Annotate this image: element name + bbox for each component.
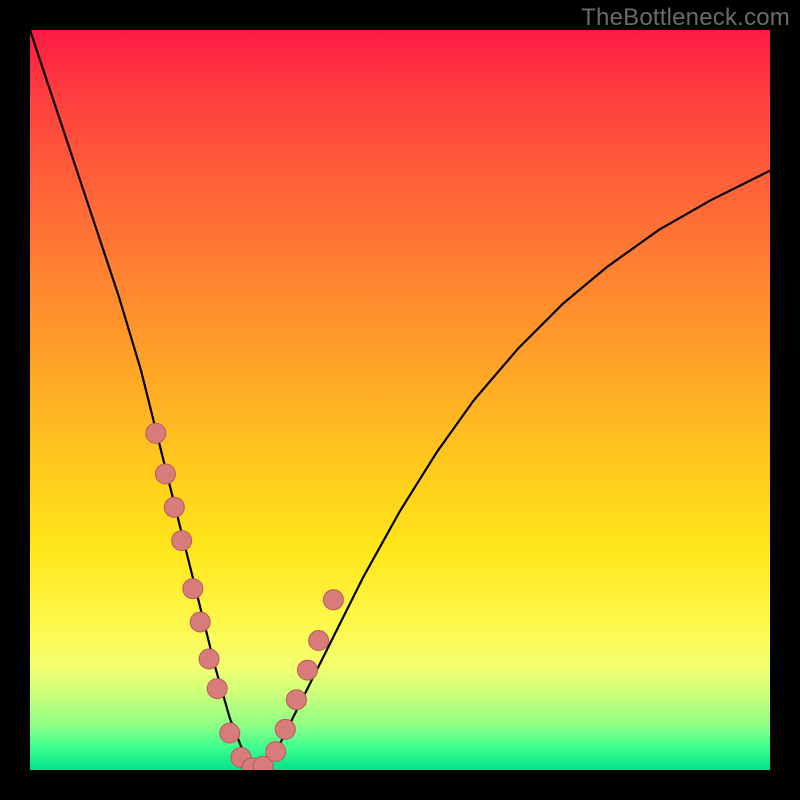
marker-point	[146, 423, 166, 443]
marker-point	[266, 742, 286, 762]
marker-point	[164, 497, 184, 517]
curve-layer	[30, 30, 770, 770]
marker-point	[172, 531, 192, 551]
marker-point	[286, 690, 306, 710]
marker-point	[155, 464, 175, 484]
marker-point	[275, 719, 295, 739]
marker-layer	[146, 423, 344, 770]
bottleneck-curve	[30, 30, 770, 770]
marker-point	[309, 631, 329, 651]
marker-point	[298, 660, 318, 680]
marker-point	[323, 590, 343, 610]
chart-frame: TheBottleneck.com	[0, 0, 800, 800]
marker-point	[220, 723, 240, 743]
marker-point	[207, 679, 227, 699]
chart-svg	[30, 30, 770, 770]
marker-point	[183, 579, 203, 599]
plot-area	[30, 30, 770, 770]
watermark-text: TheBottleneck.com	[581, 4, 790, 32]
marker-point	[190, 612, 210, 632]
marker-point	[199, 649, 219, 669]
